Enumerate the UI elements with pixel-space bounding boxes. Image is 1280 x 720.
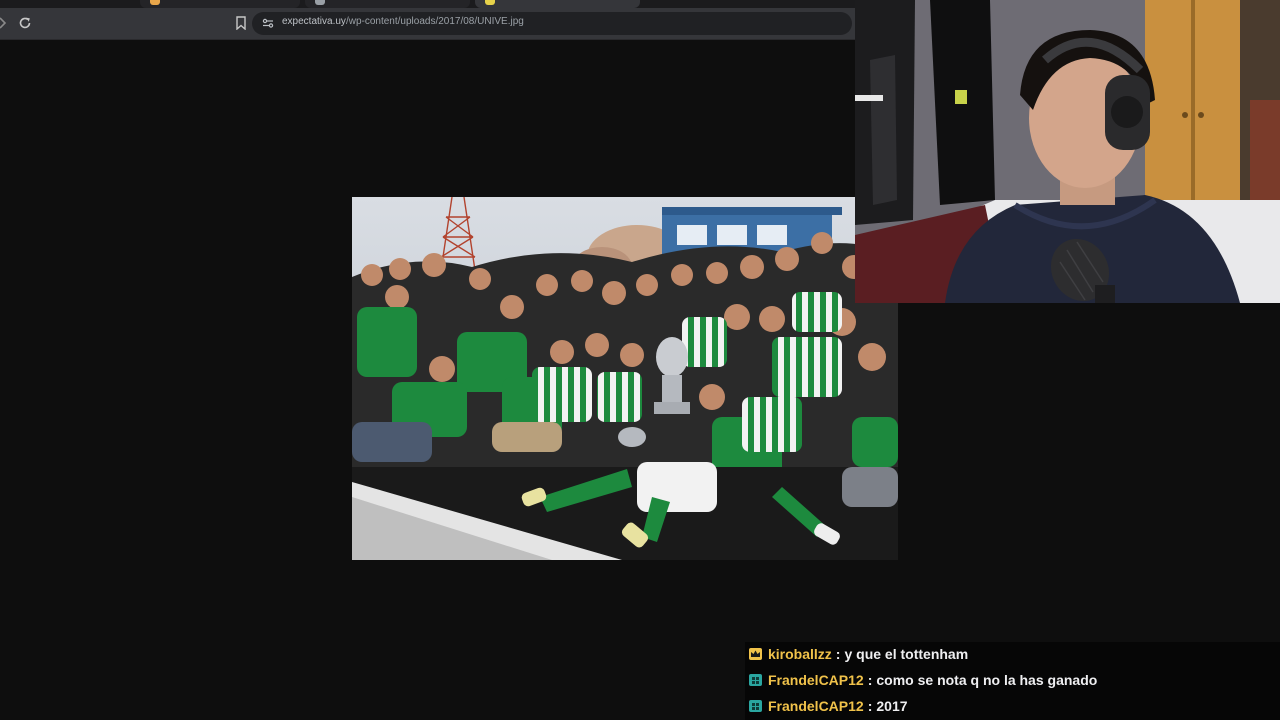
sub-badge-icon: [749, 674, 762, 686]
chat-separator: :: [867, 698, 873, 714]
chat-message-text: y que el tottenham: [844, 646, 969, 662]
tab-favicon-icon: [485, 0, 495, 5]
team-photo-illustration: [352, 197, 898, 560]
address-bar[interactable]: expectativa.uy/wp-content/uploads/2017/0…: [252, 12, 852, 35]
webcam-overlay: [855, 0, 1280, 303]
bookmark-button[interactable]: [232, 14, 250, 32]
url-domain: expectativa.uy: [282, 16, 346, 27]
chat-message-text: 2017: [876, 698, 908, 714]
chat-username[interactable]: FrandelCAP12: [768, 698, 864, 714]
bookmark-icon: [236, 16, 246, 30]
chat-message: FrandelCAP12 : como se nota q no la has …: [749, 669, 1097, 691]
browser-tab[interactable]: [305, 0, 470, 8]
browser-tab-active[interactable]: [475, 0, 640, 8]
tab-favicon-icon: [150, 0, 160, 5]
tab-favicon-icon: [315, 0, 325, 5]
streamer-webcam-feed: [855, 0, 1280, 303]
chat-separator: :: [835, 646, 841, 662]
stream-screen: expectativa.uy/wp-content/uploads/2017/0…: [0, 0, 1280, 720]
reload-button[interactable]: [16, 14, 34, 32]
chat-message-text: como se nota q no la has ganado: [876, 672, 1098, 688]
chat-username[interactable]: FrandelCAP12: [768, 672, 864, 688]
url-path: /wp-content/uploads/2017/08/UNIVE.jpg: [345, 16, 524, 27]
url-text[interactable]: expectativa.uy/wp-content/uploads/2017/0…: [282, 16, 524, 27]
site-settings-icon: [262, 18, 274, 28]
browser-tab-strip: [0, 0, 855, 8]
chat-message: FrandelCAP12 : 2017: [749, 695, 908, 717]
sub-badge-icon: [749, 700, 762, 712]
back-button[interactable]: [0, 14, 12, 32]
chat-separator: :: [867, 672, 873, 688]
chat-overlay: kiroballzz : y que el tottenham FrandelC…: [745, 642, 1280, 720]
reload-icon: [19, 17, 31, 29]
browser-tab[interactable]: [140, 0, 300, 8]
chevron-right-icon: [0, 17, 7, 29]
chat-message: kiroballzz : y que el tottenham: [749, 643, 968, 665]
browser-toolbar: expectativa.uy/wp-content/uploads/2017/0…: [0, 8, 855, 40]
chat-username[interactable]: kiroballzz: [768, 646, 832, 662]
crown-badge-icon: [749, 648, 762, 660]
site-settings-button[interactable]: [260, 15, 276, 31]
team-celebration-photo: [352, 197, 898, 560]
